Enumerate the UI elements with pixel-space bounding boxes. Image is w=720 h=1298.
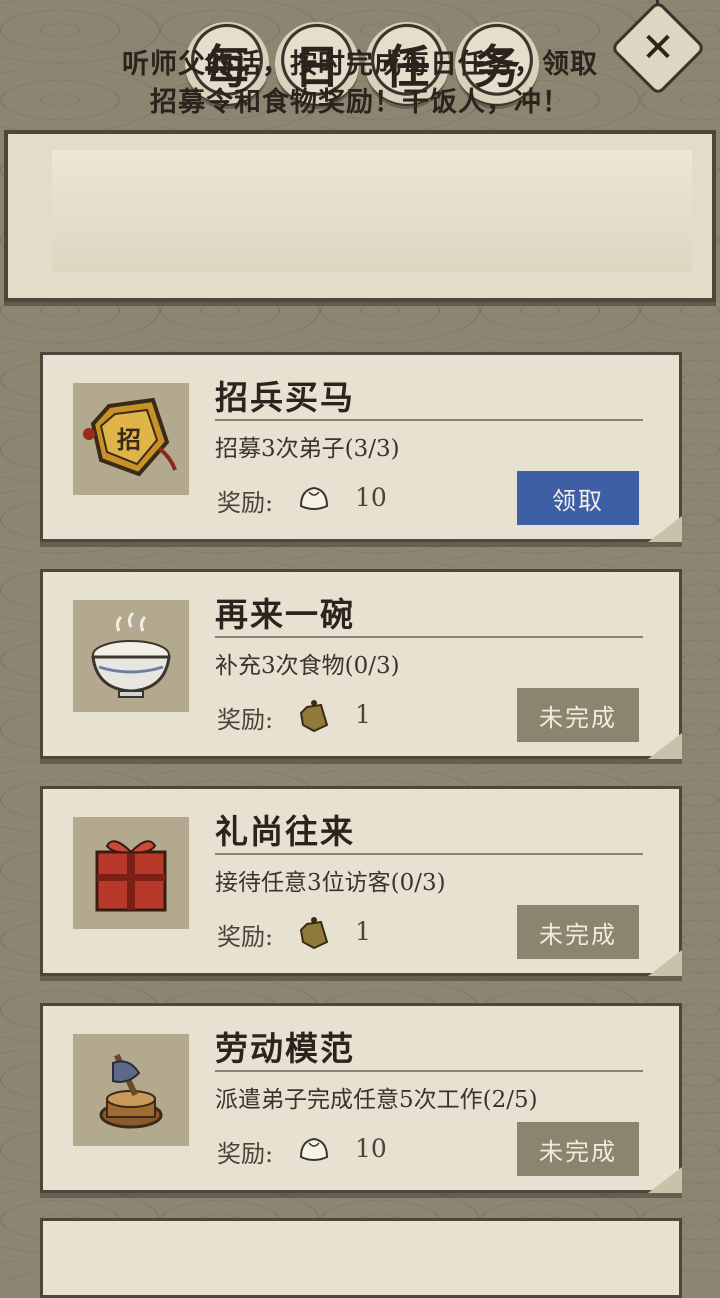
recruit-token-icon [299,917,329,950]
axe-stump-icon [99,1053,163,1129]
task-card: 礼尚往来 接待任意3位访客(0/3) 奖励: 1 未完成 [40,786,682,976]
task-card-partial [40,1218,682,1298]
task-progress: 补充3次食物(0/3) [215,653,400,679]
banner-scroll [52,150,692,272]
task-title: 礼尚往来 [215,812,355,851]
recruit-token-icon [299,700,329,733]
rice-bowl-icon [91,611,171,698]
reward-count: 1 [355,917,371,946]
gift-box-icon [95,840,167,912]
divider [215,636,643,638]
claim-button[interactable]: 领取 [517,471,639,525]
reward-label: 奖励: [217,1140,274,1168]
task-title: 劳动模范 [215,1029,355,1068]
reward-count: 10 [355,483,387,512]
reward-label: 奖励: [217,489,274,517]
reward-count: 10 [355,1134,387,1163]
task-card: 招 招兵买马 招募3次弟子(3/3) 奖励: 10 领取 [40,352,682,542]
banner-text: 听师父的话，按时完成每日任务，领取 招募令和食物奖励！干饭人，冲！ [60,46,660,122]
task-icon-frame [73,1034,189,1146]
task-card: 劳动模范 派遣弟子完成任意5次工作(2/5) 奖励: 10 未完成 [40,1003,682,1193]
divider [215,1070,643,1072]
task-icon-frame: 招 [73,383,189,495]
incomplete-button[interactable]: 未完成 [517,688,639,742]
incomplete-button[interactable]: 未完成 [517,1122,639,1176]
incomplete-button[interactable]: 未完成 [517,905,639,959]
divider [215,419,643,421]
intro-banner [4,130,716,302]
dumpling-icon [299,1137,329,1161]
svg-text:招: 招 [117,425,141,454]
recruit-token-icon: 招 [83,397,177,477]
task-card: 再来一碗 补充3次食物(0/3) 奖励: 1 未完成 [40,569,682,759]
page-fold [648,733,682,759]
task-title: 招兵买马 [215,378,355,417]
page-fold [648,950,682,976]
reward-label: 奖励: [217,706,274,734]
dumpling-icon [299,486,329,510]
divider [215,853,643,855]
task-icon-frame [73,600,189,712]
reward-label: 奖励: [217,923,274,951]
page-fold [648,1167,682,1193]
banner-line: 听师父的话，按时完成每日任务，领取 [122,49,598,80]
banner-line: 招募令和食物奖励！干饭人，冲！ [150,87,570,118]
reward-count: 1 [355,700,371,729]
task-progress: 派遣弟子完成任意5次工作(2/5) [215,1087,538,1113]
page-fold [648,516,682,542]
task-progress: 接待任意3位访客(0/3) [215,870,446,896]
task-progress: 招募3次弟子(3/3) [215,436,400,462]
task-icon-frame [73,817,189,929]
task-title: 再来一碗 [215,595,355,634]
